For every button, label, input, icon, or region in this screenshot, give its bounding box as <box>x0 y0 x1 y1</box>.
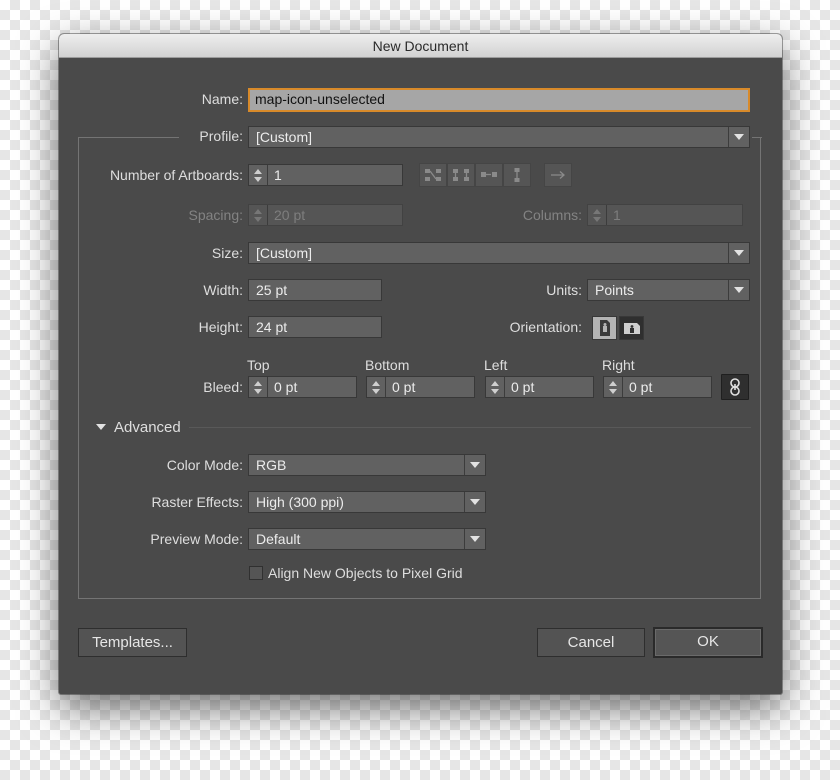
bleed-left-value[interactable]: 0 pt <box>505 377 534 397</box>
bleed-right-label: Right <box>602 357 635 373</box>
bleed-top-label: Top <box>247 357 270 373</box>
color-mode-dropdown[interactable]: RGB <box>248 454 486 476</box>
name-label: Name: <box>201 91 243 107</box>
bleed-top-value[interactable]: 0 pt <box>268 377 297 397</box>
chevron-down-icon <box>728 127 749 147</box>
chevron-down-icon <box>464 492 485 512</box>
artboards-value[interactable]: 1 <box>268 165 282 185</box>
height-label: Height: <box>198 319 243 335</box>
raster-effects-value: High (300 ppi) <box>256 494 344 510</box>
stepper-arrows-icon[interactable] <box>249 377 268 397</box>
size-label: Size: <box>211 245 243 261</box>
spacing-stepper[interactable]: 20 pt <box>248 204 403 226</box>
stepper-arrows-icon[interactable] <box>249 165 268 185</box>
bleed-top-stepper[interactable]: 0 pt <box>248 376 357 398</box>
raster-effects-label: Raster Effects: <box>151 494 243 510</box>
stepper-arrows-icon <box>249 205 268 225</box>
columns-value[interactable]: 1 <box>607 205 621 225</box>
columns-stepper[interactable]: 1 <box>587 204 743 226</box>
stepper-arrows-icon[interactable] <box>604 377 623 397</box>
size-dropdown[interactable]: [Custom] <box>248 242 750 264</box>
landscape-orientation-icon[interactable] <box>619 316 644 340</box>
spacing-value[interactable]: 20 pt <box>268 205 305 225</box>
artboards-label: Number of Artboards: <box>109 167 243 183</box>
color-mode-label: Color Mode: <box>166 457 243 473</box>
pixel-grid-label[interactable]: Align New Objects to Pixel Grid <box>268 565 463 581</box>
raster-effects-dropdown[interactable]: High (300 ppi) <box>248 491 486 513</box>
name-input[interactable]: map-icon-unselected <box>248 88 750 112</box>
cancel-button[interactable]: Cancel <box>537 628 645 657</box>
pixel-grid-checkbox[interactable] <box>249 566 263 580</box>
profile-value: [Custom] <box>256 129 313 145</box>
bleed-left-label: Left <box>484 357 508 373</box>
bleed-bottom-stepper[interactable]: 0 pt <box>366 376 475 398</box>
size-value: [Custom] <box>256 245 313 261</box>
advanced-separator <box>189 427 751 428</box>
preview-mode-label: Preview Mode: <box>150 531 243 547</box>
grid-by-row-icon[interactable] <box>419 163 447 187</box>
templates-button[interactable]: Templates... <box>78 628 187 657</box>
width-label: Width: <box>203 282 243 298</box>
height-input[interactable]: 24 pt <box>248 316 382 338</box>
profile-label: Profile: <box>179 128 243 144</box>
bleed-left-stepper[interactable]: 0 pt <box>485 376 594 398</box>
bleed-label: Bleed: <box>203 379 243 395</box>
dialog-title: New Document <box>59 34 782 58</box>
ok-button[interactable]: OK <box>653 627 763 658</box>
orientation-label: Orientation: <box>509 319 582 335</box>
chevron-down-icon <box>728 243 749 263</box>
units-label: Units: <box>546 282 582 298</box>
columns-label: Columns: <box>522 207 582 223</box>
bleed-bottom-value[interactable]: 0 pt <box>386 377 415 397</box>
units-value: Points <box>595 282 634 298</box>
disclosure-triangle-icon[interactable] <box>96 424 106 430</box>
color-mode-value: RGB <box>256 457 287 473</box>
artboards-stepper[interactable]: 1 <box>248 164 403 186</box>
preview-mode-dropdown[interactable]: Default <box>248 528 486 550</box>
stepper-arrows-icon[interactable] <box>486 377 505 397</box>
preview-mode-value: Default <box>256 531 301 547</box>
layout-direction-icon[interactable] <box>544 163 572 187</box>
chevron-down-icon <box>464 529 485 549</box>
link-bleed-chain-icon[interactable] <box>721 374 749 400</box>
chevron-down-icon <box>728 280 749 300</box>
stepper-arrows-icon <box>588 205 607 225</box>
spacing-label: Spacing: <box>188 207 243 223</box>
bleed-bottom-label: Bottom <box>365 357 410 373</box>
bleed-right-value[interactable]: 0 pt <box>623 377 652 397</box>
new-document-dialog: New Document Name: map-icon-unselected P… <box>59 34 782 694</box>
grid-by-column-icon[interactable] <box>447 163 475 187</box>
bleed-right-stepper[interactable]: 0 pt <box>603 376 712 398</box>
arrange-by-row-icon[interactable] <box>475 163 503 187</box>
chevron-down-icon <box>464 455 485 475</box>
profile-dropdown[interactable]: [Custom] <box>248 126 750 148</box>
stepper-arrows-icon[interactable] <box>367 377 386 397</box>
units-dropdown[interactable]: Points <box>587 279 750 301</box>
width-input[interactable]: 25 pt <box>248 279 382 301</box>
arrange-by-column-icon[interactable] <box>503 163 531 187</box>
portrait-orientation-icon[interactable] <box>592 316 617 340</box>
advanced-toggle[interactable]: Advanced <box>114 419 181 436</box>
